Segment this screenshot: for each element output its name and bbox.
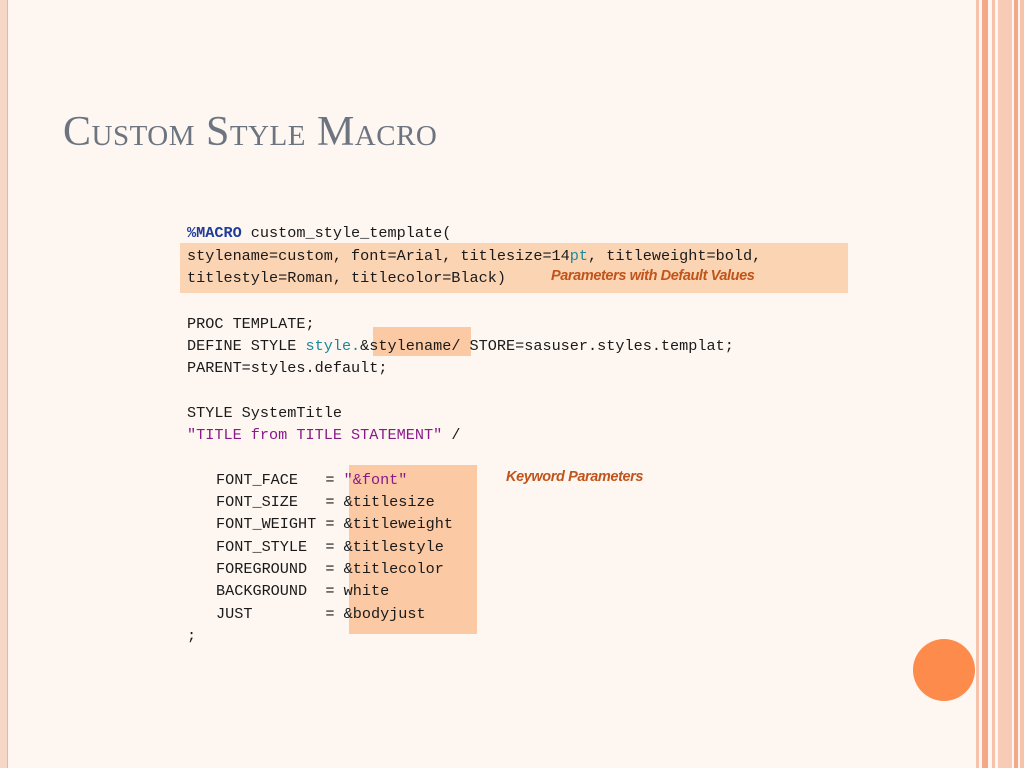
slide-title: Custom Style Macro xyxy=(63,109,438,155)
code-line-proc: PROC TEMPLATE; xyxy=(187,315,315,333)
left-border xyxy=(0,0,8,768)
default-params-note: Parameters with Default Values xyxy=(551,268,755,284)
code-attr-row: FOREGROUND = &titlecolor xyxy=(216,560,444,578)
code-line-params-1: stylename=custom, font=Arial, titlesize=… xyxy=(187,247,762,265)
code-line-define: DEFINE STYLE style.&stylename/ STORE=sas… xyxy=(187,337,734,355)
right-stripes xyxy=(976,0,1024,768)
code-line-parent: PARENT=styles.default; xyxy=(187,359,388,377)
code-attr-row: FONT_FACE = "&font" xyxy=(216,471,408,489)
code-line-style: STYLE SystemTitle xyxy=(187,404,342,422)
code-line-macro: %MACRO custom_style_template( xyxy=(187,224,452,242)
code-attr-row: BACKGROUND = white xyxy=(216,582,390,600)
code-line-style-string: "TITLE from TITLE STATEMENT" / xyxy=(187,426,461,444)
code-line-params-2: titlestyle=Roman, titlecolor=Black) xyxy=(187,269,506,287)
code-line-end: ; xyxy=(187,627,197,645)
code-attr-row: FONT_WEIGHT = &titleweight xyxy=(216,515,453,533)
slide: Custom Style Macro %MACRO custom_style_t… xyxy=(0,0,1024,768)
code-attr-row: JUST = &bodyjust xyxy=(216,605,426,623)
accent-circle xyxy=(913,639,975,701)
keyword-params-note: Keyword Parameters xyxy=(506,469,644,485)
code-attr-row: FONT_STYLE = &titlestyle xyxy=(216,538,444,556)
code-attr-row: FONT_SIZE = &titlesize xyxy=(216,493,435,511)
